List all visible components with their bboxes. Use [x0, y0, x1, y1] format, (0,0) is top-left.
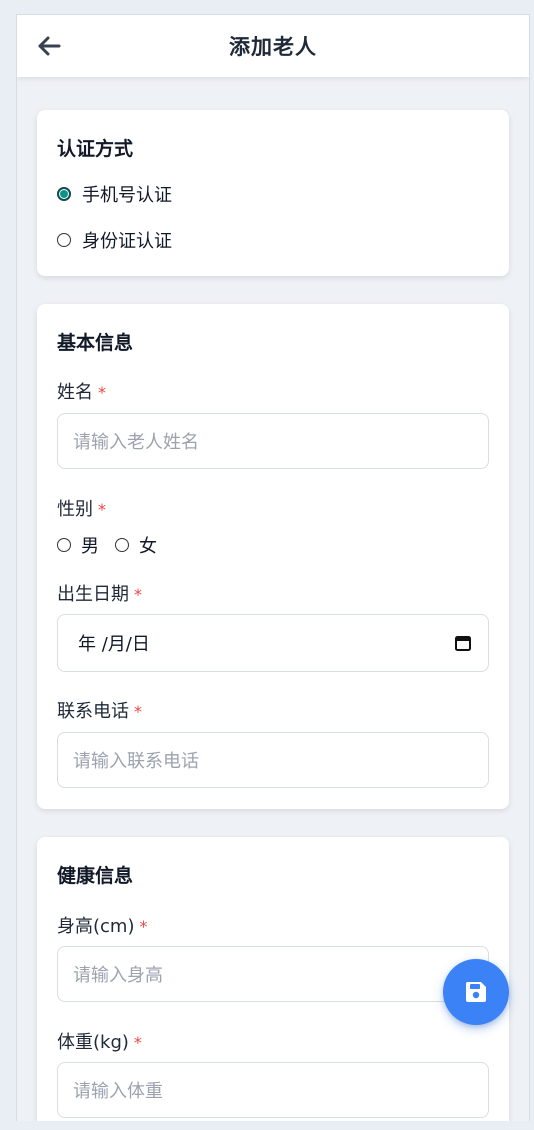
weight-label: 体重(kg) *	[57, 1028, 142, 1054]
phone-placeholder: 请输入联系电话	[73, 751, 199, 772]
auth-option-idcard[interactable]: 身份证认证	[57, 227, 172, 253]
app-frame: 添加老人 认证方式 手机号认证 身份证认证 基本信息 姓名 * 请输入老人姓名 性…	[16, 14, 530, 1121]
birth-date-label: 出生日期 *	[57, 580, 142, 606]
radio-phone-auth[interactable]	[57, 187, 71, 201]
auth-option-idcard-label: 身份证认证	[82, 231, 172, 252]
birth-date-input[interactable]: 年 /月/日	[57, 614, 489, 672]
radio-idcard-auth[interactable]	[57, 233, 71, 247]
save-fab-button[interactable]	[443, 959, 509, 1025]
radio-female[interactable]	[115, 538, 129, 552]
auth-method-card: 认证方式 手机号认证 身份证认证	[37, 110, 509, 276]
health-info-title: 健康信息	[57, 865, 134, 887]
gender-male-label: 男	[81, 536, 99, 557]
auth-option-phone[interactable]: 手机号认证	[57, 181, 172, 207]
phone-label-text: 联系电话	[57, 701, 129, 722]
birth-date-value: 年 /月/日	[78, 634, 150, 655]
gender-label: 性别 *	[57, 495, 106, 521]
required-mark: *	[98, 383, 106, 402]
required-mark: *	[134, 585, 142, 604]
top-app-bar: 添加老人	[17, 15, 529, 77]
name-label: 姓名 *	[57, 378, 106, 404]
name-label-text: 姓名	[57, 382, 93, 403]
height-label-text: 身高(cm)	[57, 916, 135, 937]
auth-method-title: 认证方式	[57, 138, 134, 160]
weight-placeholder: 请输入体重	[73, 1081, 163, 1102]
required-mark: *	[139, 917, 148, 936]
health-info-card: 健康信息 身高(cm) * 请输入身高 体重(kg) * 请输入体重	[37, 837, 509, 1121]
basic-info-card: 基本信息 姓名 * 请输入老人姓名 性别 * 男 女 出生日期 * 年 /月/日	[37, 304, 509, 809]
weight-label-text: 体重(kg)	[57, 1032, 129, 1053]
page-title: 添加老人	[229, 35, 317, 59]
gender-female-label: 女	[139, 536, 157, 557]
name-input[interactable]: 请输入老人姓名	[57, 413, 489, 469]
auth-option-phone-label: 手机号认证	[82, 185, 172, 206]
radio-male[interactable]	[57, 538, 71, 552]
name-placeholder: 请输入老人姓名	[73, 432, 199, 453]
gender-options: 男 女	[57, 532, 173, 558]
height-label: 身高(cm) *	[57, 912, 147, 938]
calendar-icon[interactable]	[454, 634, 472, 652]
gender-option-male[interactable]: 男	[57, 532, 99, 558]
height-placeholder: 请输入身高	[73, 965, 163, 986]
gender-option-female[interactable]: 女	[115, 532, 157, 558]
save-icon	[465, 982, 486, 1002]
height-input[interactable]: 请输入身高	[57, 946, 489, 1002]
required-mark: *	[133, 1033, 142, 1052]
required-mark: *	[98, 500, 106, 519]
phone-input[interactable]: 请输入联系电话	[57, 732, 489, 788]
gender-label-text: 性别	[57, 499, 93, 520]
basic-info-title: 基本信息	[57, 332, 134, 354]
required-mark: *	[134, 702, 142, 721]
birth-date-label-text: 出生日期	[57, 584, 129, 605]
phone-label: 联系电话 *	[57, 697, 142, 723]
weight-input[interactable]: 请输入体重	[57, 1062, 489, 1118]
